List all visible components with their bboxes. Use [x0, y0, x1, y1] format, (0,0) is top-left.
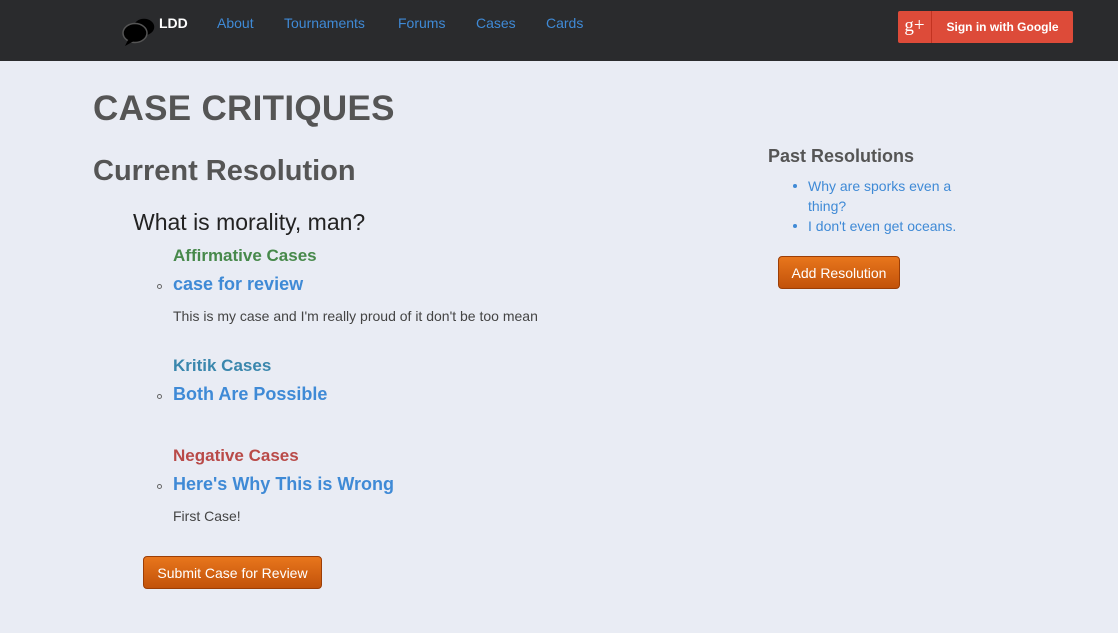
past-resolutions-heading: Past Resolutions — [768, 146, 915, 166]
affirmative-cases-heading: Affirmative Cases — [173, 246, 317, 265]
past-resolutions-list: Why are sporks even a thing? I don't eve… — [793, 176, 978, 236]
case-description: First Case! — [173, 508, 241, 524]
list-bullet — [157, 484, 162, 489]
brand-logo[interactable]: LDD — [122, 12, 192, 46]
nav-cards[interactable]: Cards — [546, 15, 583, 31]
negative-cases-heading: Negative Cases — [173, 446, 299, 465]
google-plus-icon: g+ — [898, 11, 932, 43]
kritik-cases-heading: Kritik Cases — [173, 356, 272, 375]
nav-forums[interactable]: Forums — [398, 15, 445, 31]
add-resolution-button[interactable]: Add Resolution — [778, 256, 900, 289]
resolution-title: What is morality, man? — [133, 209, 366, 235]
google-sign-in-button[interactable]: g+ Sign in with Google — [898, 11, 1073, 43]
speech-bubbles-icon — [122, 17, 156, 46]
google-sign-in-label: Sign in with Google — [946, 20, 1059, 34]
nav-tournaments[interactable]: Tournaments — [284, 15, 365, 31]
case-link-heres-why-this-is-wrong[interactable]: Here's Why This is Wrong — [173, 474, 394, 495]
past-resolution-link[interactable]: I don't even get oceans. — [793, 216, 978, 236]
nav-about[interactable]: About — [217, 15, 254, 31]
submit-case-button[interactable]: Submit Case for Review — [143, 556, 322, 589]
list-bullet — [157, 394, 162, 399]
case-link-both-are-possible[interactable]: Both Are Possible — [173, 384, 327, 405]
list-bullet — [157, 284, 162, 289]
brand-name: LDD — [159, 15, 188, 31]
case-link-case-for-review[interactable]: case for review — [173, 274, 303, 295]
navbar: LDD About Tournaments Forums Cases Cards… — [0, 0, 1118, 61]
case-description: This is my case and I'm really proud of … — [173, 308, 538, 324]
past-resolution-link[interactable]: Why are sporks even a thing? — [793, 176, 978, 216]
current-resolution-heading: Current Resolution — [93, 155, 356, 187]
page-title: CASE CRITIQUES — [93, 89, 395, 128]
nav-cases[interactable]: Cases — [476, 15, 516, 31]
